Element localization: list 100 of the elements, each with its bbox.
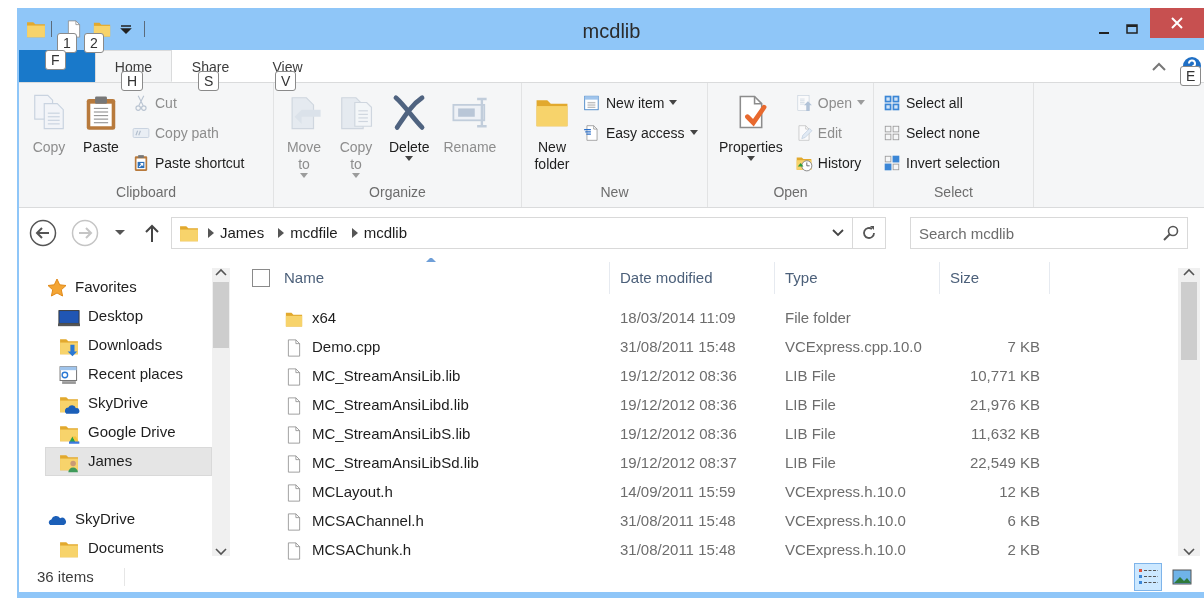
address-bar[interactable]: James mcdfile mcdlib xyxy=(171,217,886,249)
back-icon xyxy=(29,219,57,247)
scrollbar[interactable] xyxy=(1178,268,1200,556)
nav-item[interactable]: Documents xyxy=(45,534,212,562)
ribbon-button[interactable]: Delete xyxy=(384,91,435,164)
search-field[interactable]: Search mcdlib xyxy=(910,217,1188,249)
ribbon-button[interactable]: Paste xyxy=(77,91,125,158)
column-header[interactable]: Size xyxy=(940,262,1050,294)
maximize-icon xyxy=(1126,24,1138,34)
date-modified: 19/12/2012 08:37 xyxy=(620,454,737,472)
file-type: LIB File xyxy=(785,454,836,472)
minimize-icon xyxy=(1099,32,1109,34)
file-name[interactable]: MCSAChunk.h xyxy=(312,539,412,562)
details-view-icon xyxy=(1138,567,1158,587)
file-name[interactable]: x64 xyxy=(312,307,337,330)
file-name[interactable]: MCLayout.h xyxy=(312,481,393,504)
scrollbar-thumb[interactable] xyxy=(1181,282,1197,360)
select-all-checkbox[interactable] xyxy=(252,269,270,287)
file-size: 6 KB xyxy=(1007,512,1040,530)
breadcrumb-arrow-icon xyxy=(208,228,214,238)
nav-item[interactable]: Favorites xyxy=(45,273,212,302)
file-name[interactable]: MC_StreamAnsiLibSd.lib xyxy=(312,452,479,475)
file-name[interactable]: MC_StreamAnsiLibd.lib xyxy=(312,394,469,417)
scissors-icon xyxy=(132,94,150,112)
ribbon-button[interactable]: Properties xyxy=(714,91,788,164)
collapse-ribbon-icon xyxy=(1152,61,1166,71)
ribbon-button[interactable]: History xyxy=(791,151,869,175)
keytip: 2 xyxy=(84,33,104,53)
scroll-up-icon xyxy=(215,268,227,276)
scrollbar-thumb[interactable] xyxy=(213,282,229,348)
refresh-icon xyxy=(861,225,877,241)
nav-item[interactable]: Desktop xyxy=(45,302,212,331)
keytip: V xyxy=(275,71,297,91)
forward-icon xyxy=(71,219,99,247)
star-icon xyxy=(47,277,67,298)
breadcrumb[interactable]: mcdlib xyxy=(357,221,414,245)
sort-arrow-icon xyxy=(425,258,436,262)
file-type: VCExpress.h.10.0 xyxy=(785,483,906,501)
group-label: New xyxy=(599,183,630,202)
date-modified: 18/03/2014 11:09 xyxy=(620,309,736,327)
nav-item[interactable]: Downloads xyxy=(45,331,212,360)
recent-locations-button[interactable] xyxy=(115,230,125,236)
date-modified: 19/12/2012 08:36 xyxy=(620,367,737,385)
close-button[interactable] xyxy=(1150,8,1204,38)
nav-item[interactable]: James xyxy=(45,447,212,476)
date-modified: 31/08/2011 15:48 xyxy=(620,338,736,356)
file-name[interactable]: MC_StreamAnsiLib.lib xyxy=(312,365,461,388)
breadcrumb-arrow-icon xyxy=(278,228,285,238)
file-size: 21,976 KB xyxy=(969,396,1040,414)
file-type: File folder xyxy=(785,309,851,327)
caret-icon xyxy=(115,230,125,236)
large-icons-view-icon xyxy=(1172,567,1192,587)
ribbon-button[interactable]: Paste shortcut xyxy=(129,151,248,175)
file-size: 22,549 KB xyxy=(969,454,1040,472)
scroll-down-icon xyxy=(215,548,227,556)
breadcrumb[interactable]: mcdfile xyxy=(284,221,344,245)
file-type: VCExpress.h.10.0 xyxy=(785,541,906,559)
search-icon xyxy=(1163,225,1179,241)
keytip: S xyxy=(198,71,220,91)
folder-clock-icon xyxy=(794,154,813,172)
up-button[interactable] xyxy=(145,224,159,242)
nav-item[interactable]: Recent places xyxy=(45,360,212,389)
group-label: Select xyxy=(933,183,974,202)
breadcrumb-arrow-icon xyxy=(351,228,358,238)
scrollbar[interactable] xyxy=(212,268,230,556)
view-button[interactable] xyxy=(1134,563,1162,591)
ribbon-button[interactable]: Select none xyxy=(880,121,1004,145)
ribbon-button[interactable]: Easy access xyxy=(580,121,701,145)
ribbon-button[interactable]: Invert selection xyxy=(880,151,1004,175)
file-size: 11,632 KB xyxy=(971,425,1040,443)
file-type: VCExpress.h.10.0 xyxy=(785,512,906,530)
column-header[interactable]: Date modified xyxy=(610,262,775,294)
close-icon xyxy=(1171,17,1183,29)
group-label: Organize xyxy=(368,183,427,202)
scroll-up-icon xyxy=(1183,268,1195,276)
file-type: LIB File xyxy=(785,367,836,385)
nav-item[interactable]: Google Drive xyxy=(45,418,212,447)
keytip: 1 xyxy=(57,33,77,53)
ribbon-button[interactable]: New item xyxy=(580,91,701,115)
file-size: 12 KB xyxy=(999,483,1040,501)
nav-item[interactable]: SkyDrive xyxy=(45,389,212,418)
date-modified: 14/09/2011 15:59 xyxy=(620,483,736,501)
nav-item[interactable]: SkyDrive xyxy=(45,505,212,534)
file-name[interactable]: Demo.cpp xyxy=(312,336,381,359)
file-name[interactable]: MC_StreamAnsiLibS.lib xyxy=(312,423,471,446)
ribbon-button[interactable]: Select all xyxy=(880,91,1004,115)
file-size: 2 KB xyxy=(1007,541,1040,559)
column-header[interactable]: Name xyxy=(276,262,610,294)
file-name[interactable]: MCSAChannel.h xyxy=(312,510,424,533)
file-type: VCExpress.cpp.10.0 xyxy=(785,338,922,356)
new-window-icon xyxy=(583,94,601,112)
select-none-icon xyxy=(883,124,901,142)
customize-icon[interactable] xyxy=(120,23,132,35)
ribbon-button[interactable]: New folder xyxy=(528,91,576,175)
column-header[interactable]: Type xyxy=(775,262,940,294)
keytip: E xyxy=(1180,66,1202,86)
back-button[interactable] xyxy=(29,219,57,247)
breadcrumb[interactable]: James xyxy=(214,221,271,245)
group-label: Clipboard xyxy=(115,183,177,202)
file-tab[interactable]: F xyxy=(19,50,95,82)
